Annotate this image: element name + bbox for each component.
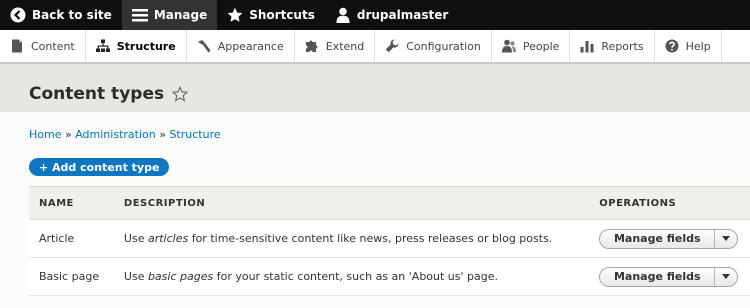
back-to-site-link[interactable]: Back to site [0,0,122,30]
tray-item-help[interactable]: Help [655,30,722,62]
tray-item-configuration[interactable]: Configuration [375,30,492,62]
row-name: Article [29,219,124,258]
sitemap-icon [95,39,110,52]
breadcrumb-separator: » [64,128,72,141]
row-description: Use basic pages for your static content,… [123,257,600,296]
admin-toolbar: Back to site Manage Shortcuts drupalmast… [0,0,750,30]
tray-item-label: Appearance [217,39,284,53]
row-operations: Manage fields [599,257,750,296]
table-row: Basic page Use basic pages for your stat… [29,257,750,296]
tray-item-appearance[interactable]: Appearance [187,30,295,62]
shortcuts-label: Shortcuts [249,8,315,22]
back-arrow-icon [10,7,26,23]
table-header-row: NAME DESCRIPTION OPERATIONS [29,186,750,220]
puzzle-icon [305,40,318,52]
tray-item-structure[interactable]: Structure [86,30,187,62]
add-shortcut-star-icon[interactable] [172,86,189,102]
tray-item-label: Reports [601,39,644,53]
tray-item-people[interactable]: People [492,30,571,62]
desc-emphasis: articles [147,232,189,245]
manage-tab[interactable]: Manage [121,0,218,30]
tray-item-label: Content [31,39,75,53]
manage-fields-button[interactable]: Manage fields [600,267,716,286]
shortcuts-tab[interactable]: Shortcuts [217,0,325,30]
page-title-wrap: Content types [29,84,189,104]
content-types-table: NAME DESCRIPTION OPERATIONS Article Use … [29,186,750,296]
page-icon [12,39,22,53]
hamburger-icon [131,9,148,22]
star-icon [227,7,243,22]
tray-item-label: Help [685,39,711,53]
desc-prefix: Use [123,270,148,283]
manage-label: Manage [153,8,208,22]
tray-item-content[interactable]: Content [0,30,86,62]
user-label: drupalmaster [356,8,449,22]
user-icon [336,7,350,23]
desc-suffix: for time-sensitive content like news, pr… [188,232,553,245]
breadcrumb-separator: » [159,128,166,141]
breadcrumb-structure[interactable]: Structure [169,128,220,141]
help-icon [665,39,679,53]
caret-down-icon [722,236,731,241]
breadcrumb: Home » Administration » Structure [29,128,221,141]
tray-item-reports[interactable]: Reports [570,30,655,62]
column-header-operations: OPERATIONS [599,186,750,220]
desc-emphasis: basic pages [147,270,214,283]
operations-dropbutton: Manage fields [599,266,739,287]
bar-chart-icon [580,41,594,53]
breadcrumb-home[interactable]: Home [29,128,61,141]
tray-item-label: People [522,39,560,53]
user-tab[interactable]: drupalmaster [325,0,458,30]
wrench-icon [386,39,399,53]
tray-item-extend[interactable]: Extend [295,30,376,62]
page-title: Content types [29,84,165,104]
column-header-name[interactable]: NAME [29,186,124,220]
breadcrumb-administration[interactable]: Administration [75,128,156,141]
admin-menu-tray: Content Structure Appearance Extend Conf… [0,30,750,64]
back-to-site-label: Back to site [32,8,112,22]
add-content-type-button[interactable]: + Add content type [29,158,170,176]
dropbutton-toggle[interactable] [715,268,737,286]
table-row: Article Use articles for time-sensitive … [29,219,750,258]
column-header-description: DESCRIPTION [123,186,600,220]
caret-down-icon [722,274,731,279]
row-operations: Manage fields [599,219,750,258]
tray-item-label: Extend [325,39,365,53]
operations-dropbutton: Manage fields [599,228,739,249]
manage-fields-button[interactable]: Manage fields [600,229,716,248]
tray-item-label: Configuration [406,39,481,53]
desc-suffix: for your static content, such as an 'Abo… [213,270,499,283]
row-description: Use articles for time-sensitive content … [123,219,600,258]
people-icon [501,39,516,53]
desc-prefix: Use [123,232,148,245]
paintbrush-icon [197,40,211,53]
tray-item-label: Structure [116,39,176,53]
row-name: Basic page [29,257,124,296]
dropbutton-toggle[interactable] [715,230,737,248]
